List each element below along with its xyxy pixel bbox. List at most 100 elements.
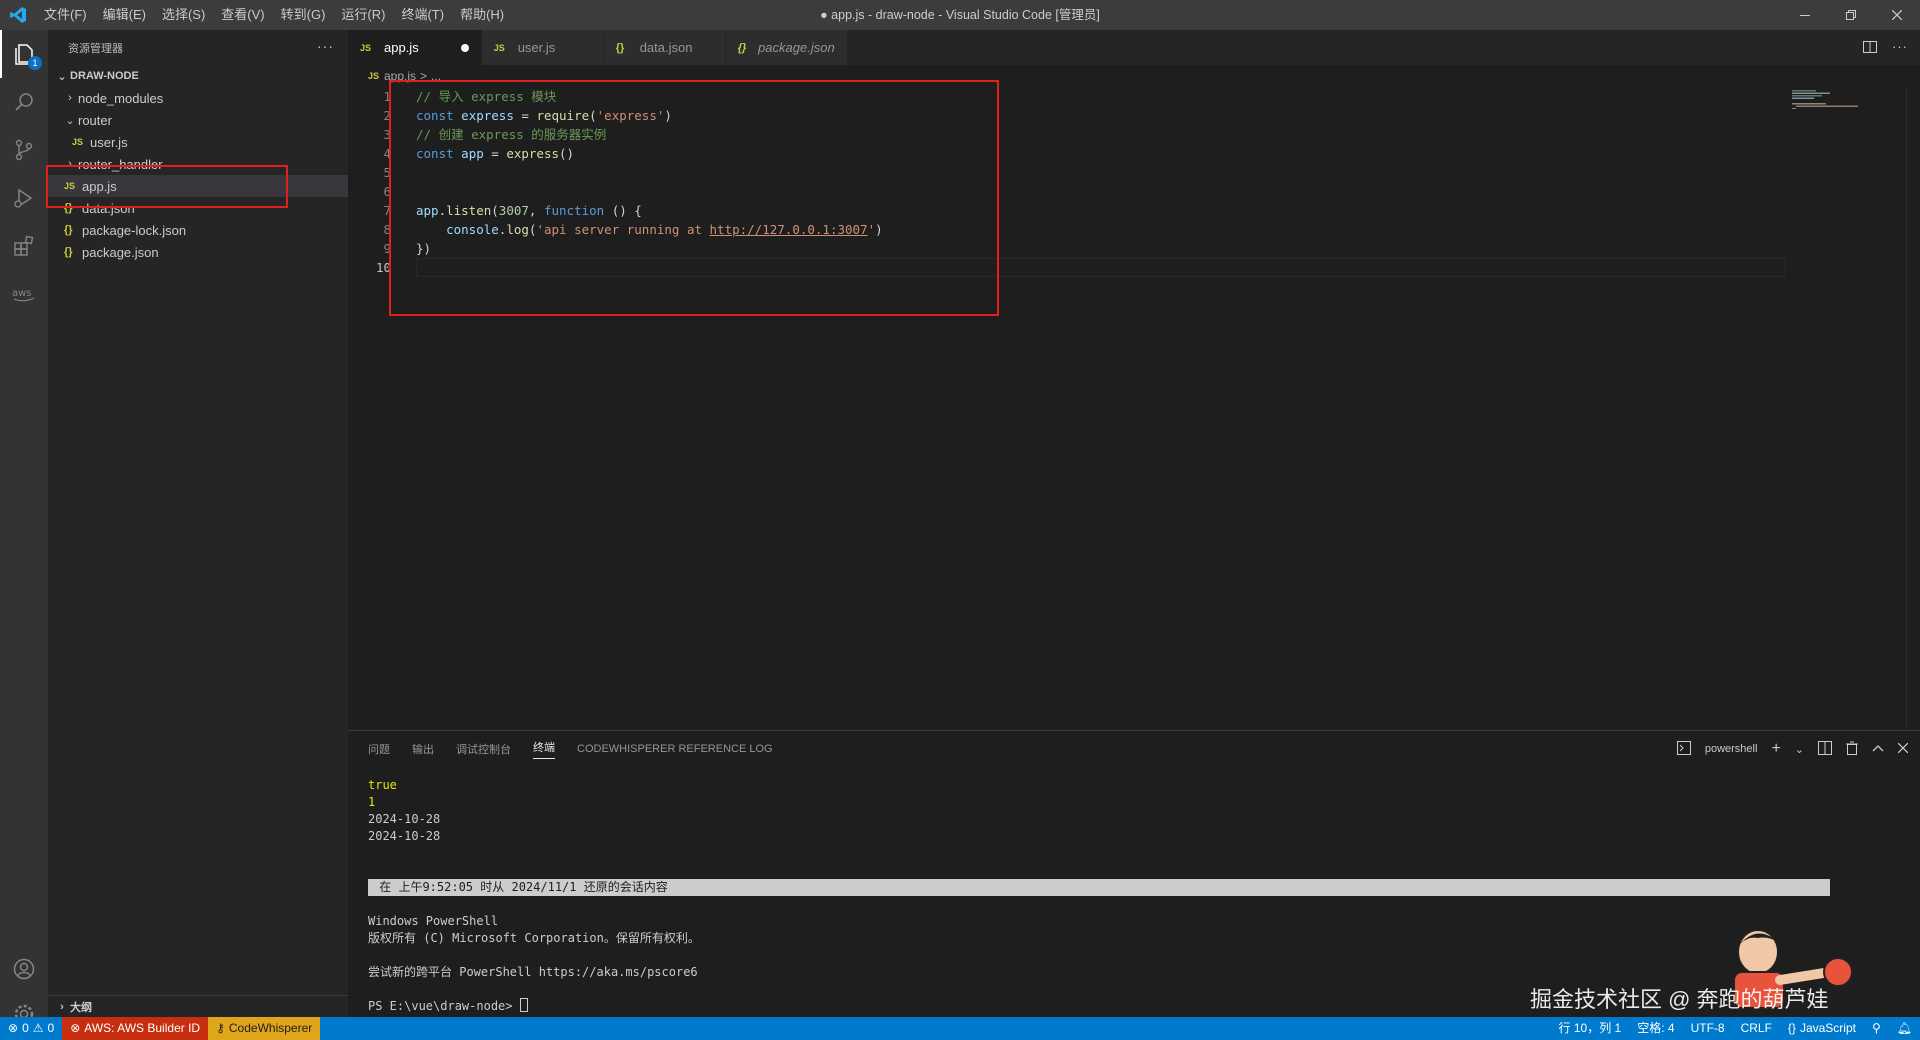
maximize-panel-icon[interactable]: [1872, 743, 1884, 755]
minimap[interactable]: [1790, 89, 1890, 109]
tab-debug-console[interactable]: 调试控制台: [456, 741, 511, 757]
chevron-down-icon[interactable]: ⌄: [1795, 743, 1804, 756]
notifications-bell-icon[interactable]: 🔔︎: [1889, 1017, 1920, 1040]
code-line: const express = require('express'): [416, 108, 672, 123]
tree-item-package-json[interactable]: {} package.json: [48, 241, 348, 263]
menu-terminal[interactable]: 终端(T): [393, 0, 452, 30]
chevron-right-icon: ›: [60, 1000, 64, 1013]
tree-item-app-js[interactable]: JS app.js: [48, 175, 348, 197]
menu-view[interactable]: 查看(V): [213, 0, 272, 30]
code-lines: // 导入 express 模块 const express = require…: [416, 87, 883, 277]
tab-user-js[interactable]: JS user.js: [481, 30, 604, 65]
line-number-gutter: 1 2 3 4 5 6 7 8 9 10: [348, 87, 396, 277]
new-terminal-icon[interactable]: +: [1771, 740, 1780, 758]
error-count: 0: [22, 1021, 29, 1035]
language-mode[interactable]: {} JavaScript: [1780, 1017, 1864, 1040]
menu-edit[interactable]: 编辑(E): [95, 0, 154, 30]
restore-button[interactable]: [1828, 0, 1874, 30]
line-number: 2: [383, 108, 391, 123]
terminal-output[interactable]: true 1 2024-10-28 2024-10-28 在 上午9:52:05…: [368, 777, 1830, 1015]
tab-problems[interactable]: 问题: [368, 741, 390, 757]
tab-label: app.js: [384, 40, 419, 55]
svg-text:aws: aws: [12, 288, 32, 299]
explorer-icon[interactable]: 1: [0, 30, 48, 78]
breadcrumb-separator: >: [420, 69, 428, 83]
menu-run[interactable]: 运行(R): [333, 0, 393, 30]
split-editor-icon[interactable]: [1862, 39, 1878, 58]
codewhisperer-status[interactable]: ⚷ CodeWhisperer: [208, 1017, 321, 1040]
problems-status[interactable]: ⊗ 0 ⚠ 0: [0, 1017, 62, 1040]
json-file-icon: {}: [64, 224, 73, 236]
close-panel-icon[interactable]: [1897, 742, 1909, 756]
tree-item-label: node_modules: [78, 90, 164, 106]
bottom-panel: 问题 输出 调试控制台 终端 CODEWHISPERER REFERENCE L…: [348, 730, 1920, 1017]
js-file-icon: JS: [64, 181, 76, 191]
more-actions-icon[interactable]: ···: [317, 38, 334, 54]
extensions-icon[interactable]: [0, 222, 48, 270]
breadcrumb-file[interactable]: app.js: [384, 69, 416, 83]
tree-item-package-lock-json[interactable]: {} package-lock.json: [48, 219, 348, 241]
split-terminal-icon[interactable]: [1818, 740, 1832, 758]
folder-draw-node[interactable]: ⌄ DRAW-NODE: [48, 65, 348, 87]
tab-codewhisperer-log[interactable]: CODEWHISPERER REFERENCE LOG: [577, 743, 773, 755]
chevron-down-icon: ⌄: [57, 70, 67, 83]
tab-label: package.json: [758, 40, 835, 55]
line-number: 1: [383, 89, 391, 104]
editor-tabs: JS app.js JS user.js {} data.json {} pac…: [348, 30, 1920, 65]
tab-terminal[interactable]: 终端: [533, 739, 555, 759]
tree-item-label: package.json: [82, 244, 159, 260]
menu-selection[interactable]: 选择(S): [154, 0, 213, 30]
live-share-icon[interactable]: ⚲: [1864, 1017, 1889, 1040]
terminal-line: 1: [368, 795, 376, 809]
outline-section[interactable]: › 大纲: [48, 995, 348, 1017]
tab-package-json[interactable]: {} package.json: [725, 30, 848, 65]
terminal-line: 版权所有 (C) Microsoft Corporation。保留所有权利。: [368, 931, 700, 945]
minimize-button[interactable]: [1782, 0, 1828, 30]
tree-item-router-handler[interactable]: › router_handler: [48, 153, 348, 175]
tab-output[interactable]: 输出: [412, 741, 434, 757]
tree-item-node-modules[interactable]: › node_modules: [48, 87, 348, 109]
encoding-status[interactable]: UTF-8: [1683, 1017, 1733, 1040]
tree-item-user-js[interactable]: JS user.js: [48, 131, 348, 153]
aws-connection-status[interactable]: ⊗ AWS: AWS Builder ID: [62, 1017, 209, 1040]
code-editor[interactable]: 1 2 3 4 5 6 7 8 9 10 // 导入 express 模块 co…: [348, 87, 1920, 730]
tab-data-json[interactable]: {} data.json: [603, 30, 726, 65]
search-icon[interactable]: [0, 78, 48, 126]
tab-label: data.json: [639, 40, 693, 55]
indentation-status[interactable]: 空格: 4: [1629, 1017, 1682, 1040]
tab-actions: ···: [1862, 39, 1908, 58]
accounts-icon[interactable]: [0, 945, 48, 993]
breadcrumb-symbol[interactable]: ...: [431, 69, 441, 83]
tree-item-data-json[interactable]: {} data.json: [48, 197, 348, 219]
more-actions-icon[interactable]: ···: [1892, 39, 1908, 58]
editor-scrollbar[interactable]: [1906, 87, 1920, 730]
source-control-icon[interactable]: [0, 126, 48, 174]
tab-app-js[interactable]: JS app.js: [348, 30, 482, 65]
trash-icon[interactable]: [1846, 741, 1858, 758]
tree-item-router[interactable]: ⌄ router: [48, 109, 348, 131]
close-window-button[interactable]: [1874, 0, 1920, 30]
js-file-icon: JS: [72, 137, 84, 147]
cursor-position[interactable]: 行 10，列 1: [1551, 1017, 1630, 1040]
menu-help[interactable]: 帮助(H): [452, 0, 512, 30]
menu-go[interactable]: 转到(G): [273, 0, 334, 30]
menu-file[interactable]: 文件(F): [36, 0, 95, 30]
error-icon: ⊗: [70, 1021, 81, 1035]
json-file-icon: {}: [737, 41, 747, 54]
code-line: const app = express(): [416, 146, 575, 161]
language-label: JavaScript: [1799, 1021, 1856, 1035]
chevron-right-icon: ›: [68, 92, 72, 104]
unsaved-dot-icon[interactable]: [460, 43, 469, 52]
aws-icon[interactable]: aws: [0, 270, 48, 318]
folder-title-label: DRAW-NODE: [70, 70, 139, 82]
shell-name[interactable]: powershell: [1705, 743, 1758, 755]
terminal-line: true: [368, 778, 397, 792]
code-line: }): [416, 241, 432, 256]
run-debug-icon[interactable]: [0, 174, 48, 222]
aws-label: AWS: AWS Builder ID: [84, 1021, 201, 1035]
tree-item-label: user.js: [90, 134, 128, 150]
eol-status[interactable]: CRLF: [1733, 1017, 1780, 1040]
